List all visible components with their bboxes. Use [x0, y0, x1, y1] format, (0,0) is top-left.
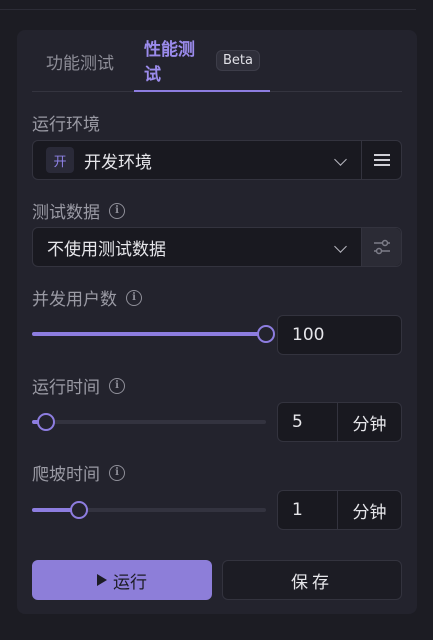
menu-icon — [373, 154, 390, 166]
run-time-input[interactable]: 5 分钟 — [277, 402, 402, 442]
slider-fill — [32, 332, 266, 336]
slider-thumb[interactable] — [69, 501, 88, 519]
test-data-select[interactable]: 不使用测试数据 — [32, 227, 402, 267]
run-time-unit: 分钟 — [337, 403, 401, 441]
slider-thumb[interactable] — [37, 413, 56, 431]
test-data-dropdown[interactable]: 不使用测试数据 — [33, 228, 361, 266]
environment-label: 运行环境 — [32, 115, 100, 135]
top-divider — [0, 9, 416, 10]
ramp-time-slider[interactable] — [32, 501, 266, 519]
environment-menu-button[interactable] — [361, 141, 401, 179]
chevron-down-icon — [334, 153, 347, 166]
environment-tag: 开 — [46, 147, 74, 173]
environment-value: 开发环境 — [84, 152, 152, 173]
concurrent-users-value[interactable]: 100 — [278, 325, 401, 345]
test-data-settings-button[interactable] — [361, 228, 401, 266]
sliders-icon — [373, 239, 390, 255]
run-button[interactable]: 运行 — [32, 560, 212, 600]
save-button[interactable]: 保存 — [222, 560, 402, 600]
run-time-label: 运行时间 i — [32, 373, 125, 398]
ramp-time-input[interactable]: 1 分钟 — [277, 490, 402, 530]
play-icon — [97, 574, 107, 586]
test-data-label: 测试数据 i — [32, 198, 125, 223]
environment-select[interactable]: 开 开发环境 — [32, 140, 402, 180]
concurrent-users-input[interactable]: 100 — [277, 315, 402, 355]
environment-dropdown[interactable]: 开 开发环境 — [33, 141, 361, 179]
save-button-label: 保存 — [291, 572, 333, 593]
tab-label: 功能测试 — [46, 53, 114, 74]
beta-badge: Beta — [216, 49, 260, 71]
info-icon[interactable]: i — [126, 289, 142, 306]
run-button-label: 运行 — [113, 572, 147, 593]
test-data-value: 不使用测试数据 — [47, 239, 166, 260]
slider-track — [32, 420, 266, 424]
ramp-time-unit: 分钟 — [337, 491, 401, 529]
run-time-slider[interactable] — [32, 413, 266, 431]
run-time-value[interactable]: 5 — [278, 412, 337, 432]
concurrent-users-label: 并发用户数 i — [32, 285, 142, 310]
info-icon[interactable]: i — [109, 464, 125, 481]
tab-performance-test[interactable]: 性能测试 Beta — [134, 30, 270, 92]
chevron-down-icon — [334, 240, 347, 253]
ramp-time-value[interactable]: 1 — [278, 500, 337, 520]
info-icon[interactable]: i — [109, 377, 125, 394]
performance-test-panel: 功能测试 性能测试 Beta 运行环境 开 开发环境 测试数据 i 不使用测试数… — [17, 30, 417, 614]
slider-thumb[interactable] — [257, 325, 275, 343]
tab-label: 性能测试 — [144, 40, 195, 85]
concurrent-users-slider[interactable] — [32, 325, 275, 343]
ramp-time-label: 爬坡时间 i — [32, 460, 125, 485]
tab-bar: 功能测试 性能测试 Beta — [32, 30, 402, 92]
info-icon[interactable]: i — [109, 202, 125, 219]
tab-functional-test[interactable]: 功能测试 — [46, 30, 114, 92]
